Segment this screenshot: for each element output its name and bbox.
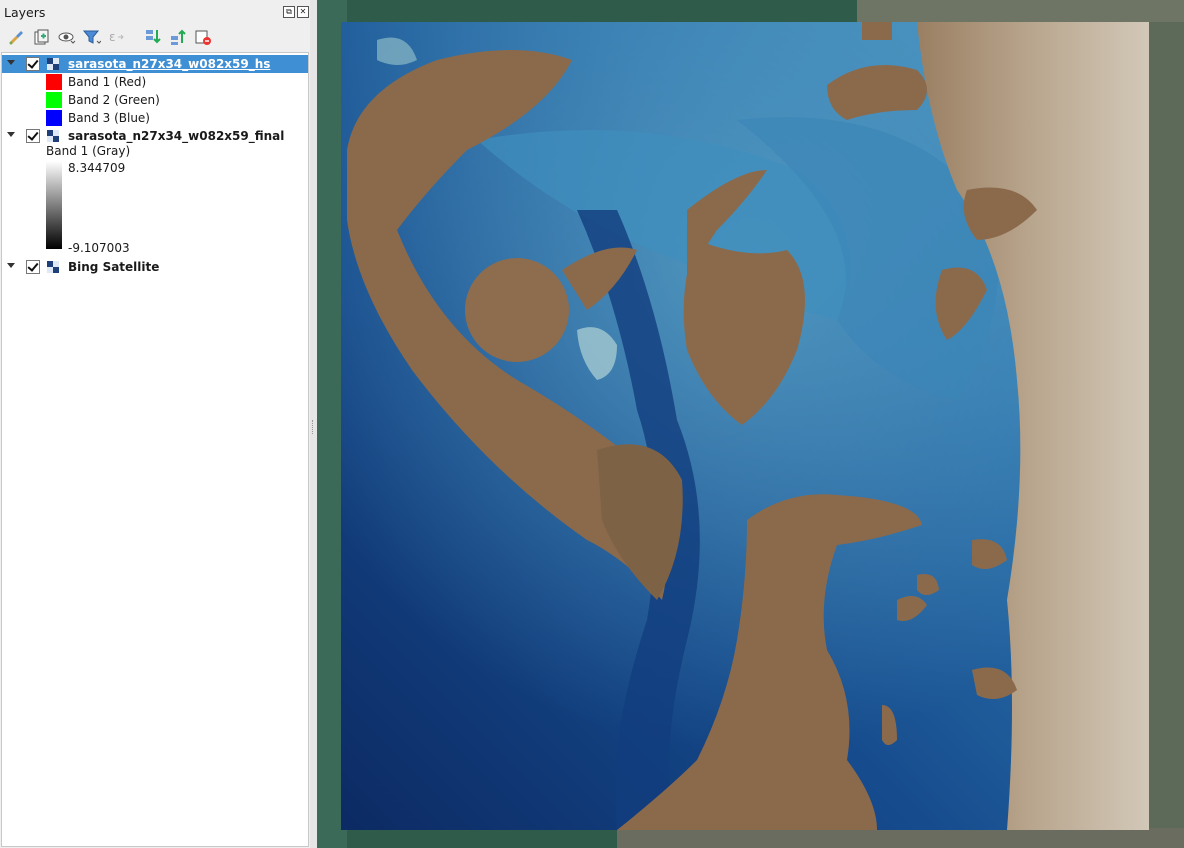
panel-title-bar: Layers ⧉ ✕ [0,0,310,24]
svg-text:ε: ε [109,30,116,44]
raster-layer-icon [47,130,59,142]
splitter-grip-icon [312,420,315,434]
map-render[interactable] [317,0,1184,848]
float-panel-button[interactable]: ⧉ [283,6,295,18]
band-label: Band 2 (Green) [68,93,160,107]
band-red-swatch [46,74,62,90]
band-label: Band 1 (Red) [68,75,147,89]
close-panel-button[interactable]: ✕ [297,6,309,18]
dem-raster [341,22,1149,830]
legend-band-red: Band 1 (Red) [2,73,308,91]
add-group-icon[interactable] [31,27,51,47]
style-brush-icon[interactable] [6,27,26,47]
satellite-urban-strip [1147,0,1184,848]
layer-visibility-checkbox[interactable] [26,57,40,71]
gray-gradient-ramp [46,161,62,249]
layer-row-bing[interactable]: Bing Satellite [2,258,308,276]
panel-splitter[interactable] [310,0,317,848]
legend-band-green: Band 2 (Green) [2,91,308,109]
remove-layer-icon[interactable] [193,27,213,47]
collapse-all-icon[interactable] [168,27,188,47]
collapse-arrow-icon[interactable] [7,60,15,65]
satellite-urban-top [857,0,1184,22]
legend-band-gray-label: Band 1 (Gray) [46,144,131,158]
layer-name: Bing Satellite [68,260,160,274]
legend-max-value: 8.344709 [68,161,126,175]
layer-row-hs[interactable]: sarasota_n27x34_w082x59_hs [2,55,308,73]
band-blue-swatch [46,110,62,126]
expand-all-icon[interactable] [143,27,163,47]
layer-visibility-checkbox[interactable] [26,129,40,143]
panel-title: Layers [4,5,46,20]
layer-row-final[interactable]: sarasota_n27x34_w082x59_final [2,127,308,145]
layers-toolbar: ε [0,25,310,51]
band-label: Band 3 (Blue) [68,111,150,125]
legend-band-blue: Band 3 (Blue) [2,109,308,127]
collapse-arrow-icon[interactable] [7,132,15,137]
raster-layer-icon [47,58,59,70]
layer-tree: sarasota_n27x34_w082x59_hs Band 1 (Red) … [1,52,309,847]
legend-min-value: -9.107003 [68,241,130,255]
layer-name: sarasota_n27x34_w082x59_hs [68,57,271,71]
layers-panel: Layers ⧉ ✕ ε sarasota_n27x34_w082x59_hs … [0,0,310,848]
manage-visibility-icon[interactable] [56,27,76,47]
filter-legend-icon[interactable] [81,27,101,47]
band-green-swatch [46,92,62,108]
map-canvas[interactable] [317,0,1184,848]
layer-name: sarasota_n27x34_w082x59_final [68,129,285,143]
satellite-urban-bottom [617,828,1184,848]
collapse-arrow-icon[interactable] [7,263,15,268]
layer-visibility-checkbox[interactable] [26,260,40,274]
filter-expression-icon[interactable]: ε [106,27,126,47]
raster-layer-icon [47,261,59,273]
